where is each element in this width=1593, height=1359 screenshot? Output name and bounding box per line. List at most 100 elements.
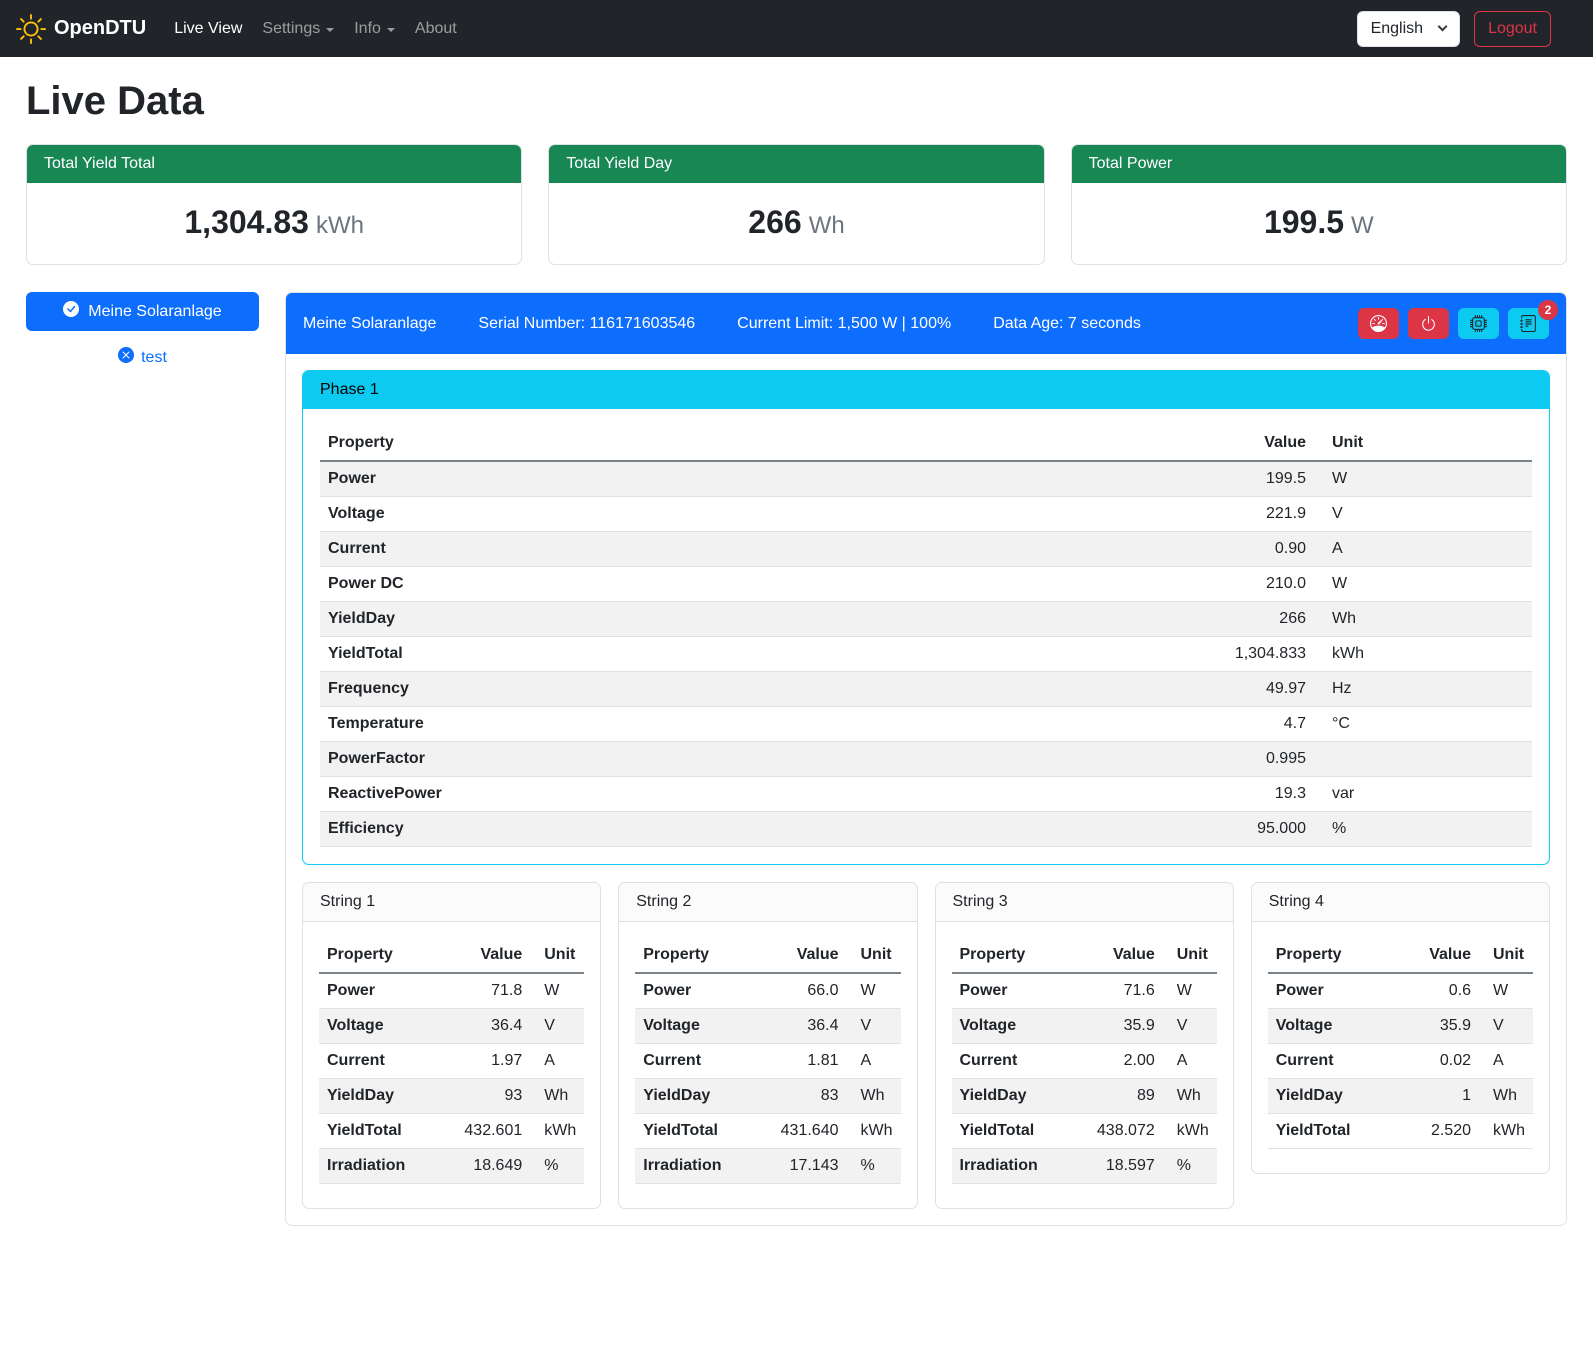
cell-prop: YieldDay [319,1079,437,1114]
phase-title: Phase 1 [303,371,1549,409]
speedometer-icon [1370,315,1387,332]
cell-unit: V [530,1009,584,1044]
power-button[interactable] [1408,308,1449,339]
cell-val: 71.8 [437,973,530,1009]
cell-val: 71.6 [1070,973,1163,1009]
cell-unit: kWh [1479,1114,1533,1149]
table-row: Efficiency95.000% [320,812,1532,847]
cell-val: 2.520 [1397,1114,1479,1149]
table-row: Irradiation18.597% [952,1149,1217,1184]
string-title: String 1 [303,883,600,922]
card-title: Total Yield Total [27,145,521,183]
cell-prop: YieldDay [1268,1079,1397,1114]
cell-prop: YieldDay [320,602,915,637]
device-info-button[interactable] [1458,308,1499,339]
cell-prop: Irradiation [952,1149,1070,1184]
cell-val: 221.9 [915,497,1314,532]
column-header-unit: Unit [1163,938,1217,973]
card-total-power: Total Power 199.5W [1071,144,1567,265]
nav-info[interactable]: Info [344,12,405,46]
cell-prop: Power [319,973,437,1009]
cell-prop: Current [952,1044,1070,1079]
total-yield-day-unit: Wh [809,212,845,239]
table-row: PowerFactor0.995 [320,742,1532,777]
cell-prop: ReactivePower [320,777,915,812]
sidebar-item-test[interactable]: test [26,347,259,368]
brand-text: OpenDTU [54,17,146,40]
cell-unit: kWh [1314,637,1532,672]
table-row: YieldDay1Wh [1268,1079,1533,1114]
table-row: Voltage36.4V [635,1009,900,1044]
column-header-property: Property [635,938,753,973]
table-row: Voltage35.9V [1268,1009,1533,1044]
nav-info-label: Info [354,20,381,38]
column-header-unit: Unit [1314,426,1532,461]
cell-prop: Voltage [1268,1009,1397,1044]
cell-unit: var [1314,777,1532,812]
nav-live-view[interactable]: Live View [164,12,252,46]
cell-val: 49.97 [915,672,1314,707]
cell-unit: % [530,1149,584,1184]
cell-prop: Current [320,532,915,567]
event-log-button[interactable]: 2 [1508,308,1549,339]
phase-card: Phase 1 Property Value Unit Power199.5WV… [302,370,1550,865]
table-header-row: Property Value Unit [320,426,1532,461]
table-row: Power199.5W [320,461,1532,497]
cell-prop: Power [952,973,1070,1009]
table-row: Power66.0W [635,973,900,1009]
cell-val: 431.640 [754,1114,847,1149]
table-row: Frequency49.97Hz [320,672,1532,707]
cell-unit: °C [1314,707,1532,742]
journal-icon [1520,315,1537,332]
cell-unit: Wh [847,1079,901,1114]
inverter-select-label: Meine Solaranlage [88,303,221,321]
cell-prop: Voltage [952,1009,1070,1044]
cell-prop: Current [1268,1044,1397,1079]
total-yield-day-value: 266 [748,204,801,240]
x-circle-icon [118,347,134,368]
string-card-3: String 3 Property Value Unit [935,882,1234,1209]
cell-unit: A [530,1044,584,1079]
table-row: Current1.81A [635,1044,900,1079]
cell-prop: YieldTotal [1268,1114,1397,1149]
cell-unit: % [847,1149,901,1184]
nav-about[interactable]: About [405,12,467,46]
string-card-2: String 2 Property Value Unit [618,882,917,1209]
nav-settings[interactable]: Settings [252,12,344,46]
cell-unit: A [847,1044,901,1079]
inverter-card-header: Meine Solaranlage Serial Number: 1161716… [286,293,1566,354]
table-row: Voltage221.9V [320,497,1532,532]
column-header-value: Value [1070,938,1163,973]
string-3-table: Property Value Unit Power71.6WVoltage35.… [952,938,1217,1184]
summary-cards: Total Yield Total 1,304.83kWh Total Yiel… [26,144,1567,265]
column-header-unit: Unit [1479,938,1533,973]
cell-val: 0.02 [1397,1044,1479,1079]
logout-button[interactable]: Logout [1474,11,1551,47]
table-row: YieldTotal432.601kWh [319,1114,584,1149]
card-title: Total Yield Day [549,145,1043,183]
cell-prop: YieldTotal [320,637,915,672]
table-row: YieldTotal431.640kWh [635,1114,900,1149]
power-icon [1420,315,1437,332]
chevron-down-icon [326,28,334,32]
language-select[interactable]: English [1357,11,1460,47]
cell-unit: Hz [1314,672,1532,707]
table-header-row: Property Value Unit [635,938,900,973]
cell-unit: W [1314,567,1532,602]
cell-unit: A [1314,532,1532,567]
inverter-select-button[interactable]: Meine Solaranlage [26,292,259,331]
card-title: Total Power [1072,145,1566,183]
brand-link[interactable]: OpenDTU [16,14,146,44]
limit-settings-button[interactable] [1358,308,1399,339]
cell-unit: A [1163,1044,1217,1079]
cell-prop: Current [635,1044,753,1079]
column-header-value: Value [754,938,847,973]
table-row: YieldTotal2.520kWh [1268,1114,1533,1149]
phase-table: Property Value Unit Power199.5WVoltage22… [320,426,1532,847]
string-2-table: Property Value Unit Power66.0WVoltage36.… [635,938,900,1184]
cell-unit: V [847,1009,901,1044]
cell-val: 19.3 [915,777,1314,812]
page-title: Live Data [26,79,1567,124]
cell-val: 438.072 [1070,1114,1163,1149]
cell-unit: V [1163,1009,1217,1044]
